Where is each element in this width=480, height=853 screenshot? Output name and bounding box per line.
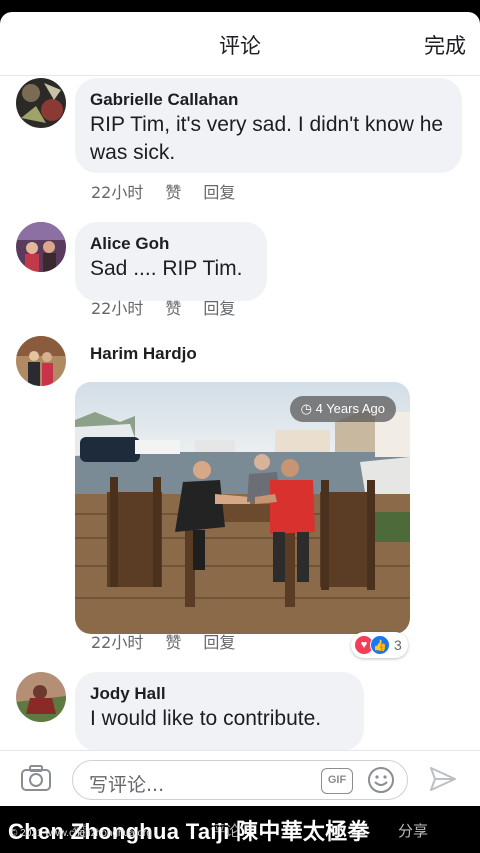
comment-time: 22小时	[91, 299, 144, 318]
timestamp-badge-label: 4 Years Ago	[315, 401, 385, 416]
done-button[interactable]: 完成	[424, 30, 466, 60]
comment-author[interactable]: Gabrielle Callahan	[90, 89, 447, 111]
avatar[interactable]	[16, 672, 66, 722]
comment-text: Sad .... RIP Tim.	[90, 257, 243, 280]
comment-meta: 22小时 赞 回复	[91, 179, 257, 203]
reply-action[interactable]: 回复	[203, 633, 235, 652]
comment-text: I would like to contribute.	[90, 707, 322, 730]
comment-input-placeholder: 写评论...	[89, 774, 165, 796]
comment-author[interactable]: Harim Hardjo	[90, 343, 197, 365]
send-icon[interactable]	[428, 765, 458, 793]
gif-button[interactable]: GIF	[321, 768, 353, 794]
emoji-icon[interactable]	[366, 765, 396, 795]
like-action[interactable]: 赞	[165, 299, 181, 318]
share-button[interactable]: 分享	[398, 820, 428, 841]
comment-bubble: Gabrielle Callahan RIP Tim, it's very sa…	[75, 78, 462, 173]
like-reaction-icon: 👍	[370, 635, 390, 655]
comment-photo[interactable]: ◷ 4 Years Ago	[75, 382, 410, 634]
watermark-copyright: © 2021 www.chenzhonghua.org	[10, 828, 152, 839]
comment-text: RIP Tim, it's very sad. I didn't know he…	[90, 113, 444, 164]
comment-bubble: Alice Goh Sad .... RIP Tim.	[75, 222, 267, 301]
header: 评论 完成	[0, 12, 480, 76]
comment-time: 22小时	[91, 633, 144, 652]
avatar[interactable]	[16, 78, 66, 128]
reply-action[interactable]: 回复	[203, 299, 235, 318]
comments-sheet: 评论 完成 Gabrielle Callahan RIP Tim, it's v…	[0, 12, 480, 806]
comment-bubble: Jody Hall I would like to contribute.	[75, 672, 364, 751]
comment-meta: 22小时 赞 回复	[91, 629, 257, 653]
reaction-summary[interactable]: ♥ 👍 3	[351, 632, 408, 658]
timestamp-badge: ◷ 4 Years Ago	[289, 396, 396, 422]
comment-author[interactable]: Jody Hall	[90, 683, 349, 705]
reply-action[interactable]: 回复	[203, 183, 235, 202]
reaction-count: 3	[394, 637, 402, 653]
page-title: 评论	[219, 34, 261, 58]
like-action[interactable]: 赞	[165, 633, 181, 652]
avatar[interactable]	[16, 222, 66, 272]
avatar[interactable]	[16, 336, 66, 386]
comment-time: 22小时	[91, 183, 144, 202]
comment-composer: 写评论... GIF	[0, 750, 480, 806]
comment-input[interactable]: 写评论... GIF	[72, 760, 408, 800]
comment-author[interactable]: Alice Goh	[90, 233, 252, 255]
camera-icon[interactable]	[20, 763, 52, 793]
like-action[interactable]: 赞	[165, 183, 181, 202]
clock-icon: ◷	[300, 401, 312, 416]
comment-meta: 22小时 赞 回复	[91, 295, 257, 319]
